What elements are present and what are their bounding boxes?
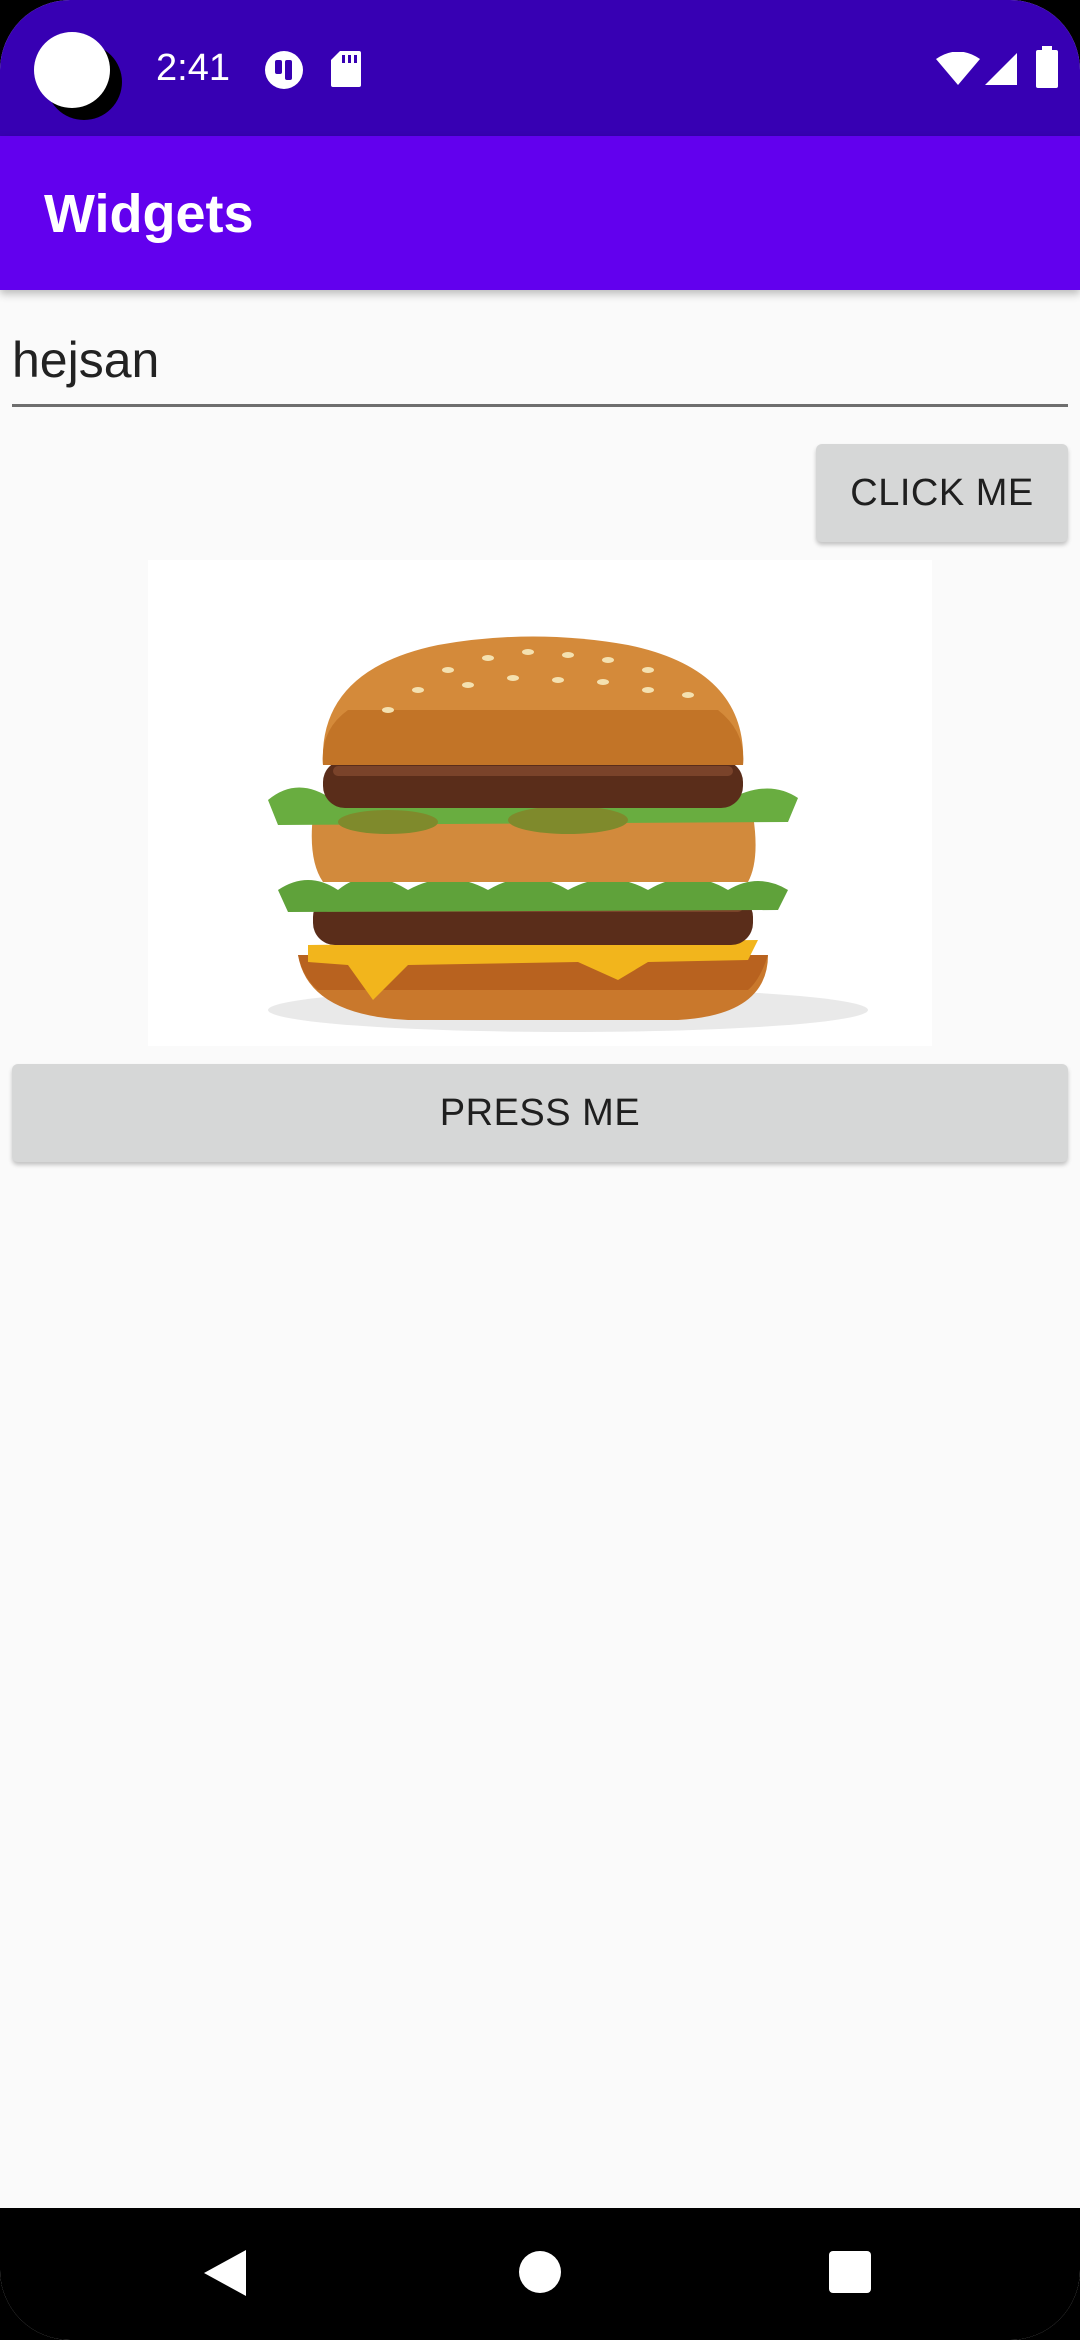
back-icon[interactable] — [200, 2248, 248, 2298]
wifi-icon — [936, 52, 980, 85]
burger-illustration — [268, 636, 868, 1032]
notification-app-icon — [265, 51, 303, 89]
burger-image — [148, 560, 932, 1046]
click-me-label: CLICK ME — [850, 472, 1034, 514]
text-input-value: hejsan — [12, 332, 160, 388]
text-input-field[interactable]: hejsan — [12, 320, 1068, 407]
battery-icon — [1036, 46, 1058, 88]
click-me-button[interactable]: CLICK ME — [816, 444, 1068, 542]
phone-screen: 2:41 Widgets hejsan CLICK ME PRESS ME — [0, 0, 1080, 2340]
navigation-bar — [0, 2208, 1080, 2340]
home-icon[interactable] — [518, 2250, 562, 2294]
app-bar: Widgets — [0, 136, 1080, 290]
camera-cutout-icon — [34, 32, 110, 108]
recents-icon[interactable] — [828, 2250, 872, 2294]
press-me-label: PRESS ME — [439, 1092, 641, 1134]
app-title: Widgets — [44, 184, 254, 244]
status-time: 2:41 — [156, 47, 230, 89]
press-me-button[interactable]: PRESS ME — [12, 1064, 1068, 1162]
sd-card-icon — [331, 51, 361, 87]
status-bar: 2:41 — [0, 0, 1080, 136]
signal-icon — [985, 53, 1017, 85]
